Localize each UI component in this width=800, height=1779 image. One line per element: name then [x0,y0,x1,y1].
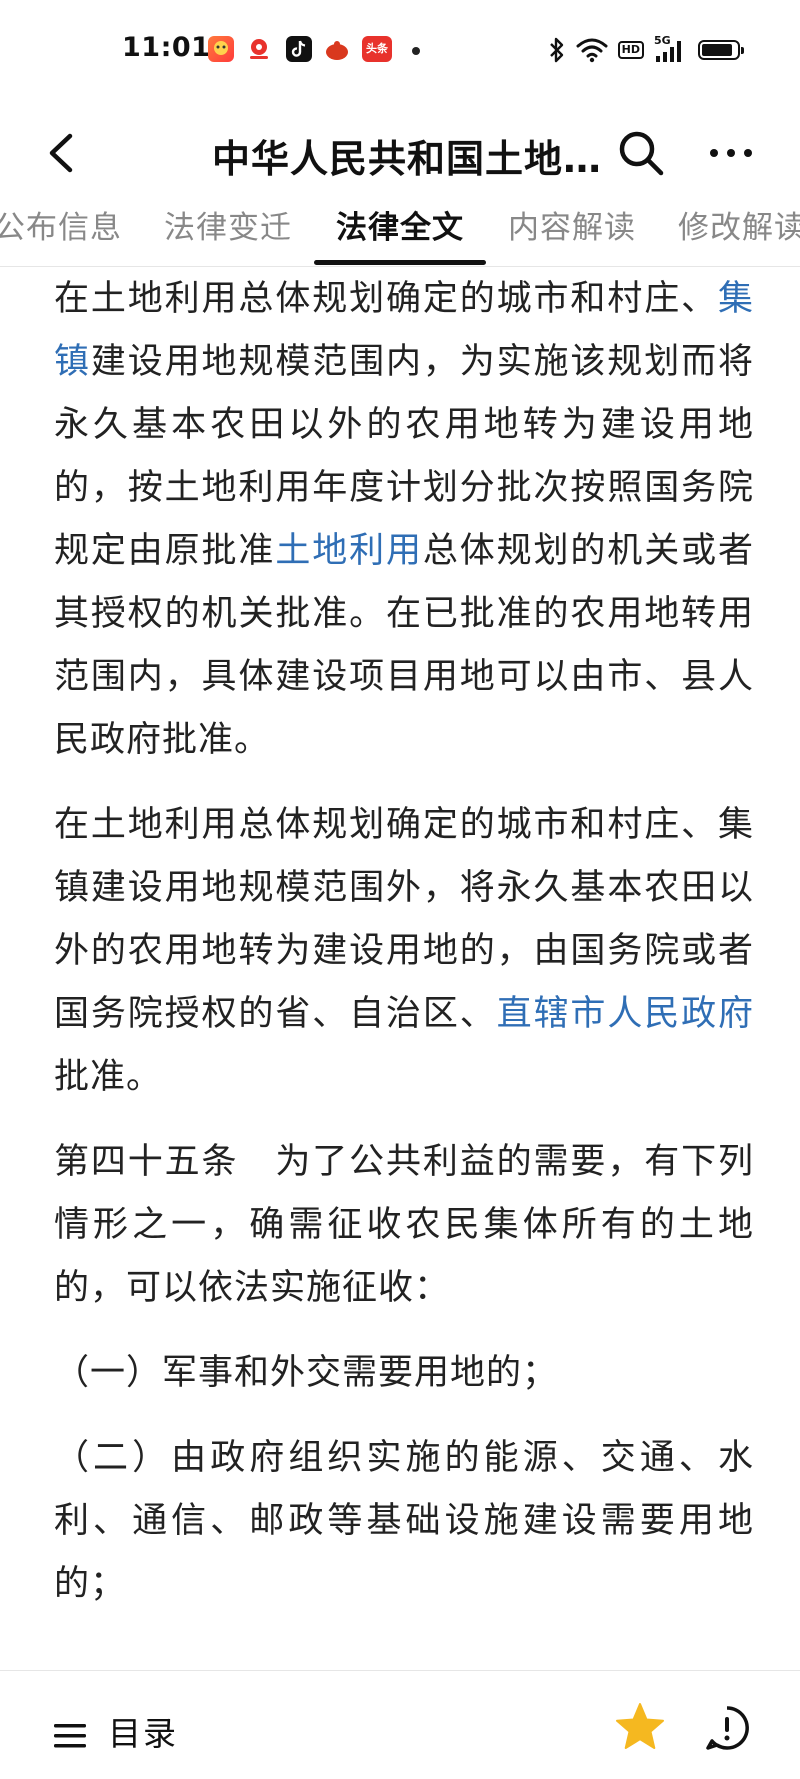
tab-full-text[interactable]: 法律全文 [336,202,464,247]
location-app-icon [246,36,272,62]
article-45-text: 第四十五条 为了公共利益的需要，有下列情形之一，确需征收农民集体所有的土地的，可… [54,1142,754,1308]
law-full-text: 在土地利用总体规划确定的城市和村庄、集镇建设用地规模范围内，为实施该规划而将永久… [54,268,754,1638]
page-title: 中华人民共和国土地… [212,137,603,181]
paragraph: 在土地利用总体规划确定的城市和村庄、集镇建设用地规模范围内，为实施该规划而将永久… [54,268,754,772]
star-icon[interactable] [614,1701,666,1753]
tab-bar: 公布信息 法律变迁 法律全文 内容解读 修改解读 [0,190,800,267]
feedback-icon[interactable] [704,1705,750,1751]
tiktok-icon [286,36,312,62]
network-type-label: 5G [654,34,671,47]
cellular-signal-icon: 5G [654,34,688,64]
list-item: （一）军事和外交需要用地的； [54,1353,559,1393]
app-notification-icon [208,36,234,62]
tab-law-history[interactable]: 法律变迁 [164,202,292,247]
paragraph: 在土地利用总体规划确定的城市和村庄、集镇建设用地规模范围外，将永久基本农田以外的… [54,794,754,1109]
back-icon[interactable] [40,130,86,176]
term-link[interactable]: 土地利用 [275,531,423,571]
app-notification-icon [324,36,350,62]
bluetooth-icon [549,37,563,63]
tab-publish-info[interactable]: 公布信息 [0,202,122,247]
system-icons: HD 5G [548,34,744,66]
paragraph-text: 在土地利用总体规划确定的城市和村庄、 [54,279,718,319]
hd-icon: HD [617,41,644,59]
wifi-icon [576,38,608,63]
battery-level [702,44,732,56]
catalog-button[interactable]: 目录 [108,1707,178,1755]
term-link[interactable]: 直辖市人民政府 [497,994,754,1034]
tab-content-interpretation[interactable]: 内容解读 [508,202,636,247]
search-icon[interactable] [616,128,666,178]
active-tab-indicator [314,260,486,265]
tab-amendment-interpretation[interactable]: 修改解读 [678,202,800,247]
list-item: （二）由政府组织实施的能源、交通、水利、通信、邮政等基础设施建设需要用地的； [54,1438,754,1604]
battery-icon [698,40,744,60]
toutiao-label: 头条 [366,42,388,55]
status-time: 11:01 [122,32,211,63]
more-horizontal-icon[interactable] [706,130,756,176]
menu-icon[interactable] [54,1723,86,1749]
toutiao-icon: 头条 [362,36,392,62]
bottom-toolbar: 目录 [0,1670,800,1779]
status-bar: 11:01 头条 HD 5G [0,0,800,100]
paragraph-text: 批准。 [54,1057,163,1097]
more-notifications-dot [412,47,420,55]
